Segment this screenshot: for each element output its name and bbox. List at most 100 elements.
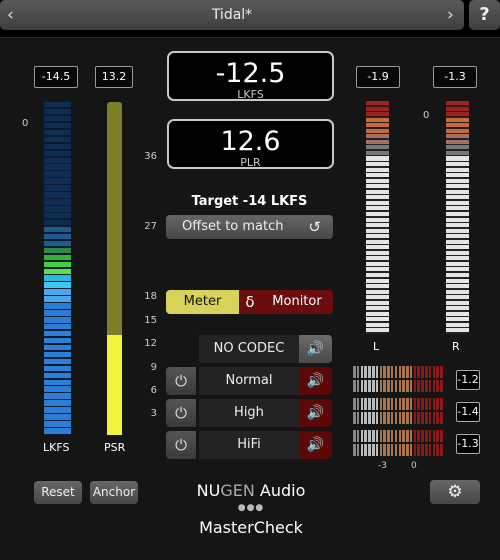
meter-segment: [356, 430, 360, 442]
meter-segment: [366, 123, 389, 128]
help-button[interactable]: ?: [469, 0, 500, 30]
meter-segment: [402, 430, 405, 442]
meter-segment: [436, 444, 439, 456]
meter-segment: [356, 380, 360, 392]
meter-segment: [44, 337, 71, 344]
offset-to-match-button[interactable]: Offset to match ↺: [166, 215, 333, 239]
meter-segment: [366, 117, 389, 122]
meter-mode-button[interactable]: Meter: [166, 290, 239, 314]
brand-dots: ●●●: [237, 503, 265, 513]
meter-segment: [44, 178, 71, 184]
meter-segment: [379, 444, 383, 456]
monitor-mode-button[interactable]: Monitor: [261, 290, 333, 314]
meter-segment: [366, 167, 389, 172]
speaker-icon[interactable]: 🔊: [299, 399, 332, 427]
chevron-right-icon[interactable]: ›: [447, 5, 454, 25]
right-scale-zero: 0: [423, 110, 430, 121]
meter-segment: [406, 412, 409, 424]
speaker-icon[interactable]: 🔊: [299, 431, 332, 459]
meter-segment: [353, 398, 356, 410]
meter-segment: [44, 351, 71, 358]
meter-segment: [366, 112, 389, 117]
meter-segment: [366, 134, 389, 139]
meter-segment: [353, 380, 356, 392]
meter-segment: [446, 256, 469, 261]
meter-segment: [446, 145, 469, 150]
reset-button[interactable]: Reset: [34, 481, 82, 504]
gear-icon: ⚙: [447, 482, 463, 502]
meter-segment: [44, 358, 71, 365]
meter-segment: [360, 366, 364, 378]
meter-segment: [375, 444, 379, 456]
left-scale-zero: 0: [22, 118, 29, 129]
meter-segment: [417, 366, 421, 378]
settings-button[interactable]: ⚙: [430, 480, 480, 504]
codec-meters: [353, 366, 444, 460]
power-icon[interactable]: ⏻: [166, 399, 196, 427]
power-icon[interactable]: ⏻: [166, 367, 196, 395]
meter-segment: [364, 366, 367, 378]
meter-segment: [364, 398, 367, 410]
meter-segment: [44, 254, 71, 261]
meter-segment: [371, 398, 375, 410]
meter-segment: [402, 366, 405, 378]
meter-segment: [44, 115, 71, 122]
meter-segment: [44, 213, 71, 219]
codec-scale-low: -3: [378, 461, 387, 471]
meter-segment: [440, 412, 443, 424]
meter-segment: [436, 412, 439, 424]
meter-segment: [446, 156, 469, 161]
preset-name[interactable]: Tidal*: [0, 7, 464, 23]
meter-segment: [44, 289, 71, 295]
meter-segment: [398, 380, 402, 392]
meter-segment: [421, 380, 424, 392]
meter-segment: [44, 310, 71, 316]
meter-segment: [440, 444, 443, 456]
meter-segment: [406, 380, 409, 392]
meter-segment: [406, 430, 409, 442]
meter-segment: [446, 184, 469, 189]
codec-name: NO CODEC: [199, 335, 299, 363]
meter-segment: [417, 398, 421, 410]
meter-segment: [398, 430, 402, 442]
meter-segment: [368, 366, 371, 378]
meter-segment: [383, 412, 386, 424]
meter-segment: [366, 223, 389, 228]
meter-segment: [409, 412, 413, 424]
meter-segment: [353, 444, 356, 456]
meter-segment: [44, 122, 71, 129]
delta-mode-button[interactable]: δ: [239, 290, 261, 314]
meter-segment: [402, 380, 405, 392]
codec-name: High: [199, 399, 299, 427]
meter-segment: [383, 444, 386, 456]
meter-segment: [44, 330, 71, 337]
meter-segment: [366, 278, 389, 283]
meter-segment: [428, 398, 432, 410]
anchor-button[interactable]: Anchor: [90, 481, 138, 504]
meter-segment: [421, 366, 424, 378]
meter-segment: [390, 412, 394, 424]
meter-segment: [44, 393, 71, 399]
power-icon[interactable]: ⏻: [166, 431, 196, 459]
loudness-readout: -12.5 LKFS: [167, 51, 334, 101]
meter-segment: [44, 421, 71, 427]
meter-segment: [44, 164, 71, 170]
speaker-icon[interactable]: 🔊: [299, 335, 332, 363]
speaker-icon[interactable]: 🔊: [299, 367, 332, 395]
lkfs-value: -14.5: [34, 66, 78, 88]
meter-segment: [375, 430, 379, 442]
meter-segment: [366, 200, 389, 205]
meter-segment: [425, 444, 428, 456]
meter-segment: [360, 412, 364, 424]
codec-peak-value: -1.4: [456, 402, 480, 422]
product-name: MasterCheck: [199, 518, 303, 537]
meter-segment: [394, 398, 398, 410]
meter-segment: [44, 247, 71, 254]
meter-segment: [446, 278, 469, 283]
psr-track: [107, 102, 122, 335]
meter-segment: [366, 217, 389, 222]
meter-segment: [44, 171, 71, 177]
meter-segment: [44, 206, 71, 212]
right-channel-label: R: [452, 340, 460, 353]
meter-segment: [366, 306, 389, 311]
